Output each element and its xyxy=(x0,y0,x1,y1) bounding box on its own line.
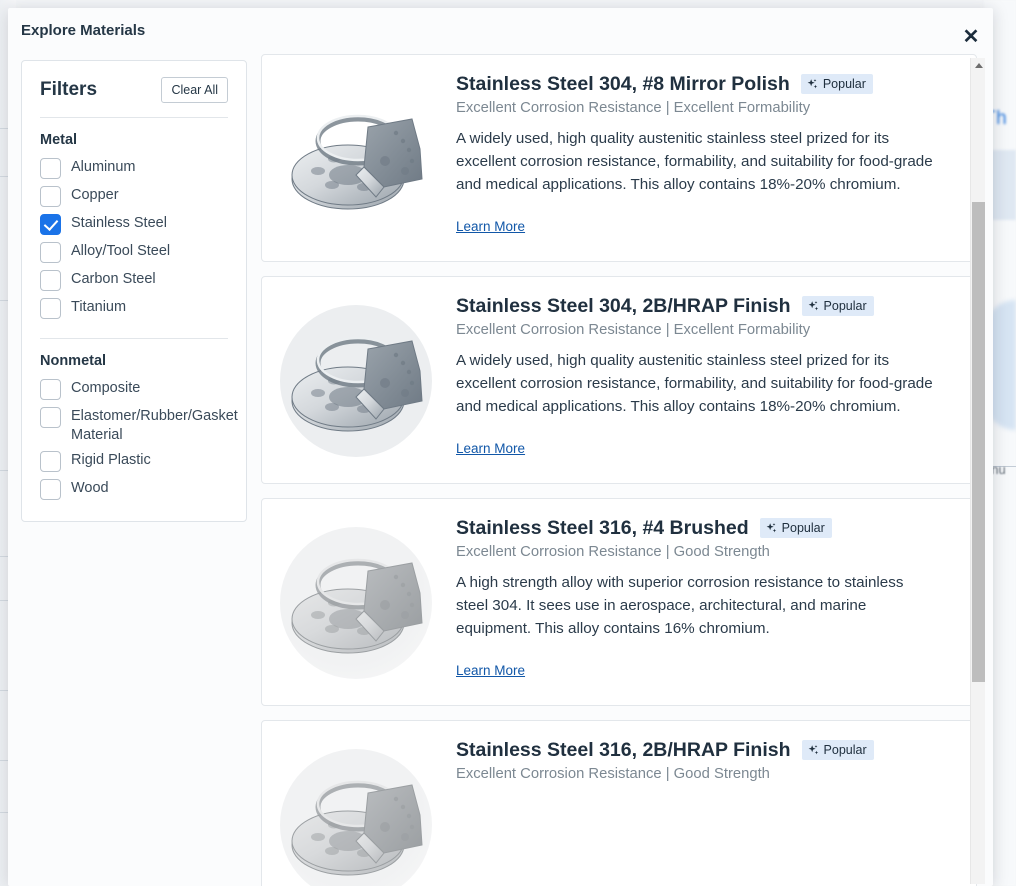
material-card-body: Stainless Steel 316, 2B/HRAP Finish Popul… xyxy=(442,735,960,782)
checkbox-icon[interactable] xyxy=(40,379,61,400)
filters-title: Filters xyxy=(40,79,97,101)
clear-all-button[interactable]: Clear All xyxy=(161,77,228,103)
sparkles-icon xyxy=(765,522,778,535)
popular-badge: Popular xyxy=(760,518,832,538)
filters-header: Filters Clear All xyxy=(40,77,228,103)
dialog-header: Explore Materials xyxy=(8,8,993,54)
filter-option-wood[interactable]: Wood xyxy=(40,475,228,503)
sparkles-icon xyxy=(807,744,820,757)
material-thumbnail xyxy=(272,75,442,245)
checkbox-icon[interactable] xyxy=(40,407,61,428)
filter-option-copper[interactable]: Copper xyxy=(40,182,228,210)
material-title: Stainless Steel 316, 2B/HRAP Finish xyxy=(456,739,791,761)
filter-group-title: Nonmetal xyxy=(40,353,228,369)
filter-option-elastomer-rubber-gasket-material[interactable]: Elastomer/Rubber/Gasket Material xyxy=(40,403,228,447)
material-card[interactable]: Stainless Steel 304, 2B/HRAP Finish Popul… xyxy=(261,276,977,484)
popular-badge: Popular xyxy=(802,296,874,316)
filter-group-metal: Metal Aluminum Copper Stainless Steel Alloy… xyxy=(40,132,228,322)
material-properties: Excellent Corrosion Resistance | Good St… xyxy=(456,766,960,782)
learn-more-link[interactable]: Learn More xyxy=(456,663,525,678)
material-thumbnail-art xyxy=(272,75,442,245)
material-card[interactable]: Stainless Steel 316, #4 Brushed Popular Ex… xyxy=(261,498,977,706)
material-card[interactable]: Stainless Steel 316, 2B/HRAP Finish Popul… xyxy=(261,720,977,886)
sparkles-icon xyxy=(806,78,819,91)
results-scrollbar[interactable] xyxy=(970,58,985,884)
dialog-body: Filters Clear All Metal Aluminum Copper St… xyxy=(8,54,993,886)
filter-option-label: Alloy/Tool Steel xyxy=(71,241,170,261)
filters-divider xyxy=(40,117,228,118)
results-region: Stainless Steel 304, #8 Mirror Polish Pop… xyxy=(261,54,993,886)
material-title-row: Stainless Steel 316, #4 Brushed Popular xyxy=(456,517,960,539)
popular-badge-label: Popular xyxy=(824,743,867,757)
material-title-row: Stainless Steel 304, 2B/HRAP Finish Popul… xyxy=(456,295,960,317)
filter-option-composite[interactable]: Composite xyxy=(40,375,228,403)
filter-option-label: Rigid Plastic xyxy=(71,450,151,470)
material-properties: Excellent Corrosion Resistance | Good St… xyxy=(456,544,960,560)
popular-badge-label: Popular xyxy=(782,521,825,535)
learn-more-link[interactable]: Learn More xyxy=(456,219,525,234)
material-title-row: Stainless Steel 304, #8 Mirror Polish Pop… xyxy=(456,73,960,95)
material-thumbnail xyxy=(272,741,442,886)
popular-badge: Popular xyxy=(801,74,873,94)
learn-more-link[interactable]: Learn More xyxy=(456,441,525,456)
material-thumbnail xyxy=(272,519,442,689)
material-card-body: Stainless Steel 304, #8 Mirror Polish Pop… xyxy=(442,69,960,236)
checkbox-icon[interactable] xyxy=(40,158,61,179)
material-card-body: Stainless Steel 304, 2B/HRAP Finish Popul… xyxy=(442,291,960,458)
material-card-body: Stainless Steel 316, #4 Brushed Popular Ex… xyxy=(442,513,960,680)
material-description: A high strength alloy with superior corr… xyxy=(456,572,934,640)
dialog-title: Explore Materials xyxy=(21,22,145,39)
checkbox-icon[interactable] xyxy=(40,186,61,207)
material-thumbnail-art xyxy=(272,741,442,886)
filter-option-label: Aluminum xyxy=(71,157,135,177)
popular-badge-label: Popular xyxy=(823,77,866,91)
filter-option-label: Carbon Steel xyxy=(71,269,156,289)
material-thumbnail xyxy=(272,297,442,467)
filter-option-alloy-tool-steel[interactable]: Alloy/Tool Steel xyxy=(40,238,228,266)
scroll-up-arrow-icon[interactable] xyxy=(971,58,986,72)
filter-option-label: Titanium xyxy=(71,297,126,317)
material-title-row: Stainless Steel 316, 2B/HRAP Finish Popul… xyxy=(456,739,960,761)
filter-option-label: Stainless Steel xyxy=(71,213,167,233)
filter-option-stainless-steel[interactable]: Stainless Steel xyxy=(40,210,228,238)
checkbox-checked-icon[interactable] xyxy=(40,214,61,235)
scrollbar-thumb[interactable] xyxy=(972,202,985,682)
material-title: Stainless Steel 316, #4 Brushed xyxy=(456,517,749,539)
checkbox-icon[interactable] xyxy=(40,298,61,319)
sparkles-icon xyxy=(807,300,820,313)
material-thumbnail-art xyxy=(272,519,442,689)
checkbox-icon[interactable] xyxy=(40,451,61,472)
material-description: A widely used, high quality austenitic s… xyxy=(456,128,934,196)
filter-option-label: Elastomer/Rubber/Gasket Material xyxy=(71,406,238,444)
filter-option-label: Composite xyxy=(71,378,140,398)
materials-list[interactable]: Stainless Steel 304, #8 Mirror Polish Pop… xyxy=(261,54,977,886)
checkbox-icon[interactable] xyxy=(40,479,61,500)
material-description: A widely used, high quality austenitic s… xyxy=(456,350,934,418)
explore-materials-dialog: Explore Materials ✕ Filters Clear All Me… xyxy=(8,8,993,886)
filter-option-titanium[interactable]: Titanium xyxy=(40,294,228,322)
material-title: Stainless Steel 304, #8 Mirror Polish xyxy=(456,73,790,95)
filters-group-divider xyxy=(40,338,228,339)
material-properties: Excellent Corrosion Resistance | Excelle… xyxy=(456,322,960,338)
popular-badge-label: Popular xyxy=(824,299,867,313)
popular-badge: Popular xyxy=(802,740,874,760)
material-card[interactable]: Stainless Steel 304, #8 Mirror Polish Pop… xyxy=(261,54,977,262)
material-properties: Excellent Corrosion Resistance | Excelle… xyxy=(456,100,960,116)
checkbox-icon[interactable] xyxy=(40,270,61,291)
filter-option-aluminum[interactable]: Aluminum xyxy=(40,154,228,182)
filter-group-nonmetal: Nonmetal Composite Elastomer/Rubber/Gaske… xyxy=(40,353,228,503)
material-title: Stainless Steel 304, 2B/HRAP Finish xyxy=(456,295,791,317)
filter-option-label: Wood xyxy=(71,478,109,498)
filters-panel: Filters Clear All Metal Aluminum Copper St… xyxy=(21,60,247,522)
material-thumbnail-art xyxy=(272,297,442,467)
filter-group-title: Metal xyxy=(40,132,228,148)
checkbox-icon[interactable] xyxy=(40,242,61,263)
filter-option-carbon-steel[interactable]: Carbon Steel xyxy=(40,266,228,294)
filter-option-rigid-plastic[interactable]: Rigid Plastic xyxy=(40,447,228,475)
filter-option-label: Copper xyxy=(71,185,119,205)
close-icon[interactable]: ✕ xyxy=(958,24,984,50)
